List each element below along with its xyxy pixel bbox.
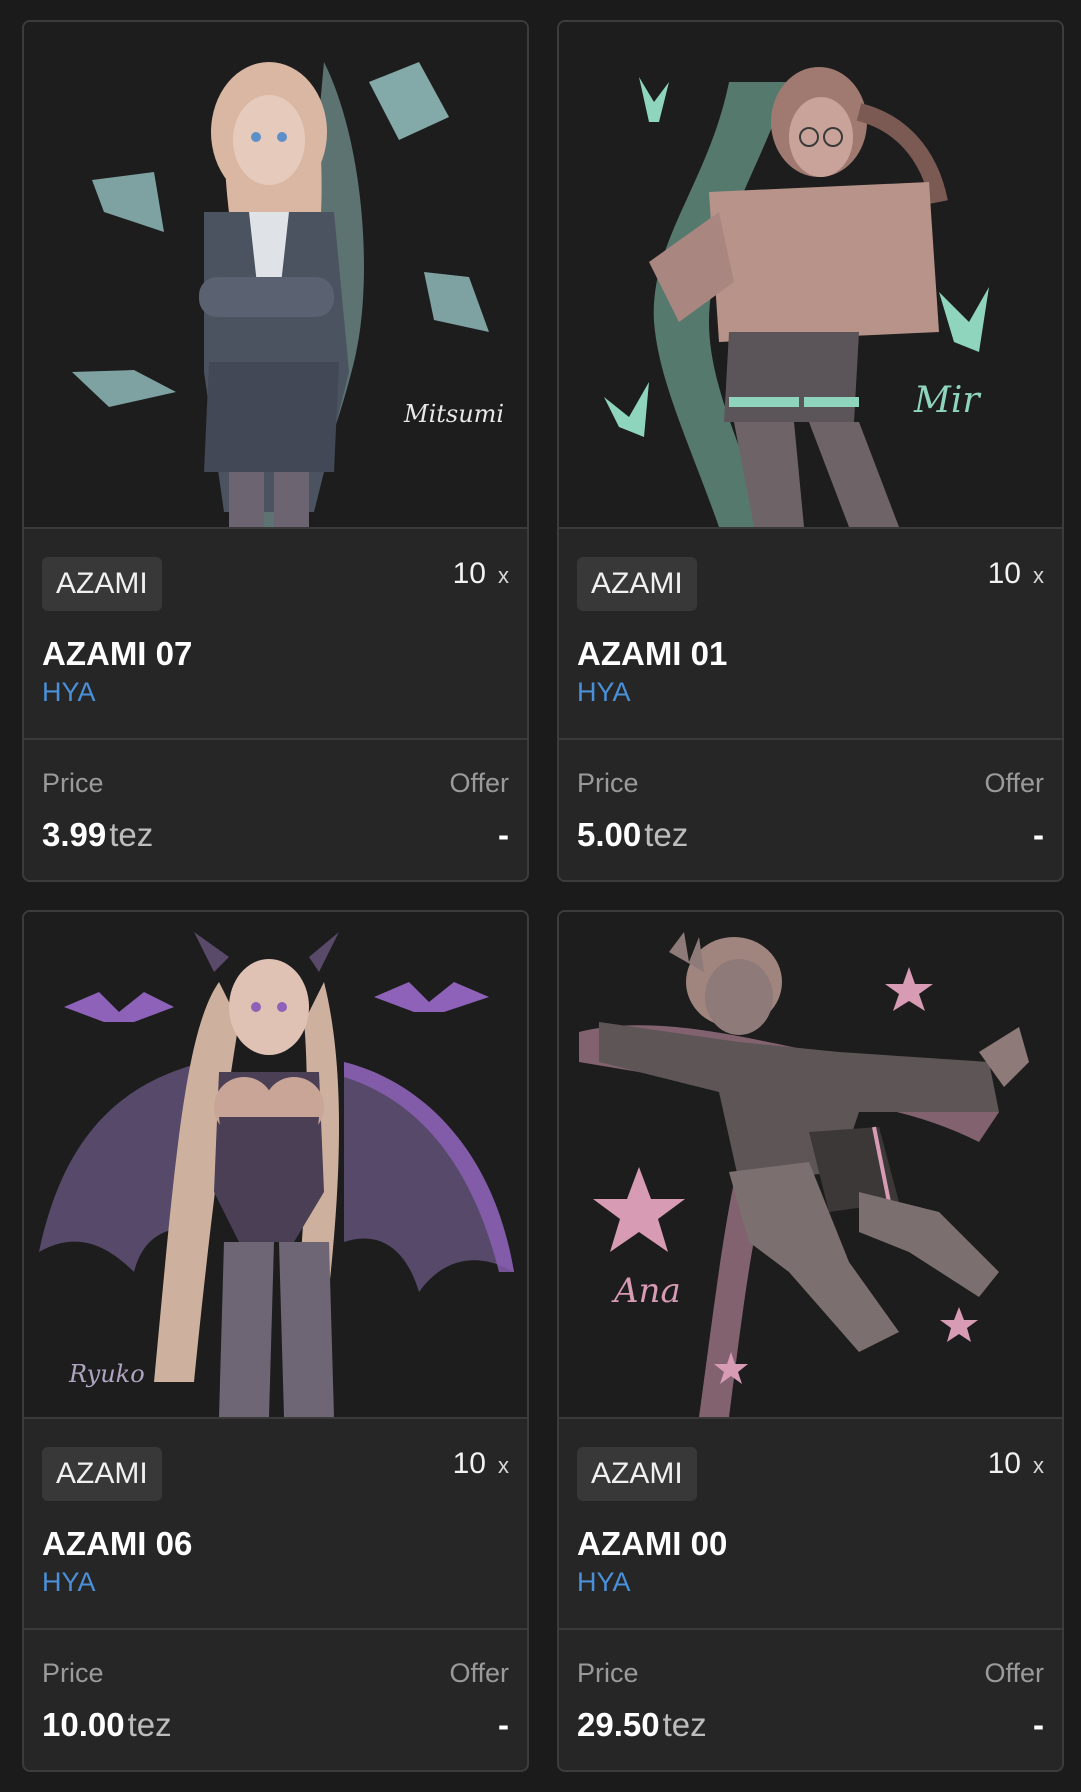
price-amount: 5.00 xyxy=(577,816,642,853)
edition-number: 10 xyxy=(452,557,486,590)
collection-badge[interactable]: AZAMI xyxy=(42,557,162,611)
artwork-illustration: Mir xyxy=(559,22,1062,527)
price-section: Price Offer 29.50tez - xyxy=(559,1630,1062,1770)
offer-value: - xyxy=(498,1706,509,1743)
edition-count: 10 x xyxy=(988,557,1044,591)
price-value: 3.99tez xyxy=(42,816,153,854)
offer-value: - xyxy=(498,816,509,853)
nft-card-azami-01[interactable]: Mir AZAMI 10 x AZAMI 01 HYA Price Offer 5… xyxy=(557,20,1064,882)
artwork-image[interactable]: Mitsumi xyxy=(24,22,527,529)
card-info: AZAMI 10 x AZAMI 00 HYA xyxy=(559,1419,1062,1630)
price-unit: tez xyxy=(127,1706,172,1743)
nft-card-azami-00[interactable]: Ana AZAMI 10 x AZAMI 00 HYA Price Offer 2… xyxy=(557,910,1064,1772)
card-title[interactable]: AZAMI 00 xyxy=(577,1525,727,1563)
price-amount: 29.50 xyxy=(577,1706,660,1743)
price-section: Price Offer 10.00tez - xyxy=(24,1630,527,1770)
collection-badge[interactable]: AZAMI xyxy=(42,1447,162,1501)
nft-grid: Mitsumi AZAMI 10 x AZAMI 07 HYA Price Off… xyxy=(0,0,1081,1792)
card-title[interactable]: AZAMI 06 xyxy=(42,1525,192,1563)
offer-label: Offer xyxy=(984,1658,1044,1688)
price-unit: tez xyxy=(662,1706,707,1743)
nft-card-azami-07[interactable]: Mitsumi AZAMI 10 x AZAMI 07 HYA Price Off… xyxy=(22,20,529,882)
card-title[interactable]: AZAMI 07 xyxy=(42,635,192,673)
artist-link[interactable]: HYA xyxy=(42,677,96,708)
card-info: AZAMI 10 x AZAMI 07 HYA xyxy=(24,529,527,740)
card-info: AZAMI 10 x AZAMI 06 HYA xyxy=(24,1419,527,1630)
artwork-image[interactable]: Mir xyxy=(559,22,1062,529)
artist-link[interactable]: HYA xyxy=(42,1567,96,1598)
edition-number: 10 xyxy=(987,1447,1021,1480)
signature-text: Mir xyxy=(913,380,981,421)
price-unit: tez xyxy=(644,816,689,853)
signature-text: Mitsumi xyxy=(403,400,504,428)
offer-label: Offer xyxy=(449,1658,509,1688)
price-unit: tez xyxy=(109,816,154,853)
price-section: Price Offer 5.00tez - xyxy=(559,740,1062,880)
price-label: Price xyxy=(577,1658,639,1688)
edition-mark: x xyxy=(1033,1453,1044,1478)
collection-badge[interactable]: AZAMI xyxy=(577,1447,697,1501)
artwork-illustration: Ryuko xyxy=(24,912,527,1417)
nft-card-azami-06[interactable]: Ryuko AZAMI 10 x AZAMI 06 HYA Price Offer… xyxy=(22,910,529,1772)
offer-value: - xyxy=(1033,816,1044,853)
price-label: Price xyxy=(42,1658,104,1688)
price-value: 5.00tez xyxy=(577,816,688,854)
edition-mark: x xyxy=(498,563,509,588)
edition-count: 10 x xyxy=(453,1447,509,1481)
edition-number: 10 xyxy=(987,557,1021,590)
offer-label: Offer xyxy=(984,768,1044,798)
price-value: 29.50tez xyxy=(577,1706,707,1744)
price-label: Price xyxy=(577,768,639,798)
card-info: AZAMI 10 x AZAMI 01 HYA xyxy=(559,529,1062,740)
edition-mark: x xyxy=(1033,563,1044,588)
offer-label: Offer xyxy=(449,768,509,798)
price-section: Price Offer 3.99tez - xyxy=(24,740,527,880)
artwork-image[interactable]: Ryuko xyxy=(24,912,527,1419)
artwork-image[interactable]: Ana xyxy=(559,912,1062,1419)
artist-link[interactable]: HYA xyxy=(577,1567,631,1598)
signature-text: Ryuko xyxy=(68,1360,145,1388)
edition-number: 10 xyxy=(452,1447,486,1480)
artist-link[interactable]: HYA xyxy=(577,677,631,708)
price-amount: 10.00 xyxy=(42,1706,125,1743)
artwork-illustration: Mitsumi xyxy=(24,22,527,527)
artwork-illustration: Ana xyxy=(559,912,1062,1417)
price-amount: 3.99 xyxy=(42,816,107,853)
price-label: Price xyxy=(42,768,104,798)
signature-text: Ana xyxy=(611,1271,681,1311)
collection-badge[interactable]: AZAMI xyxy=(577,557,697,611)
edition-count: 10 x xyxy=(453,557,509,591)
offer-value: - xyxy=(1033,1706,1044,1743)
edition-mark: x xyxy=(498,1453,509,1478)
price-value: 10.00tez xyxy=(42,1706,172,1744)
card-title[interactable]: AZAMI 01 xyxy=(577,635,727,673)
edition-count: 10 x xyxy=(988,1447,1044,1481)
